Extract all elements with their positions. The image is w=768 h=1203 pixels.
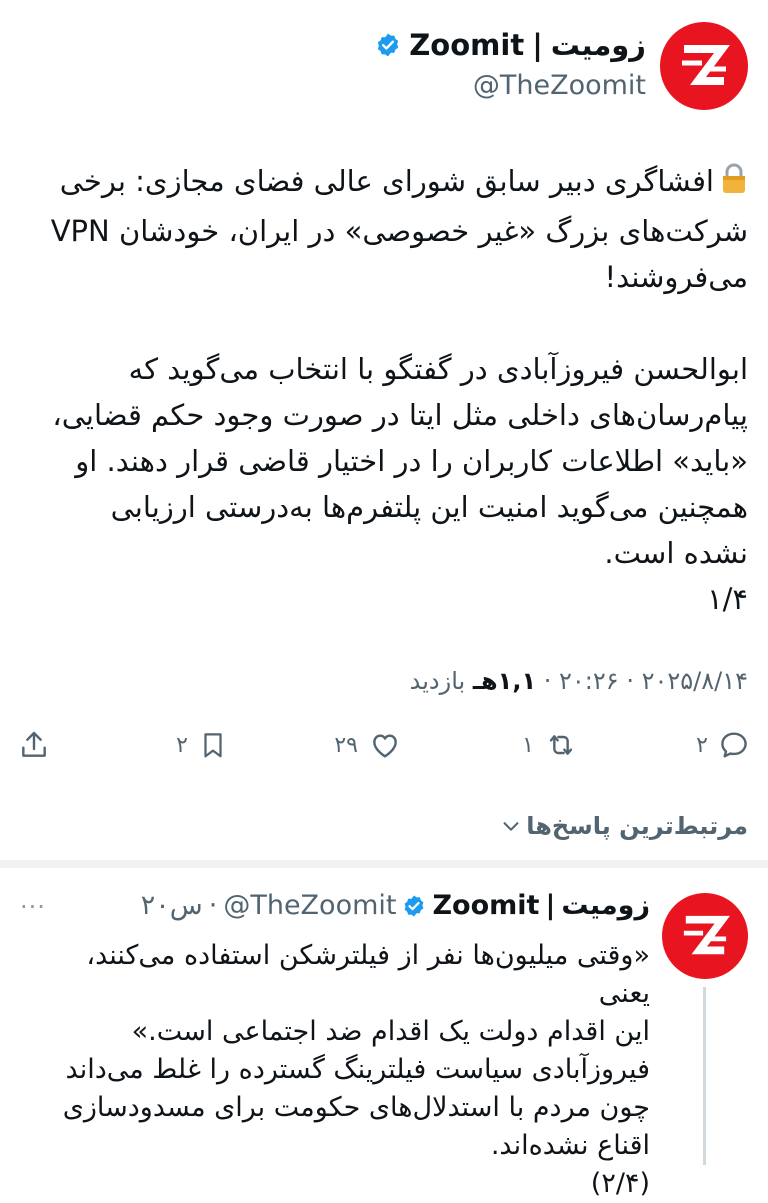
tweet-line: «باید» اطلاعات کاربران را در اختیار قاضی… bbox=[75, 444, 748, 478]
tweet-text: افشاگری دبیر سابق شورای عالی فضای مجازی:… bbox=[18, 158, 748, 622]
tweet-meta: ۲۰۲۵/۸/۱۴ · ۲۰:۲۶ · ۱,۱هـ بازدید bbox=[410, 667, 748, 695]
reply-header[interactable]: ۲۰س · @TheZoomit Zoomit | زومیت bbox=[141, 890, 650, 921]
reply-name-en: Zoomit bbox=[432, 890, 540, 921]
author-avatar[interactable] bbox=[660, 22, 748, 110]
retweet-icon bbox=[549, 735, 573, 755]
like-button[interactable]: ۲۹ bbox=[334, 729, 402, 761]
share-button[interactable] bbox=[18, 729, 50, 761]
section-divider bbox=[0, 860, 768, 868]
author-name-fa: زومیت bbox=[550, 28, 646, 62]
tweet-time[interactable]: ۲۰:۲۶ bbox=[559, 667, 619, 695]
more-options-icon[interactable]: ··· bbox=[20, 893, 46, 921]
like-count: ۲۹ bbox=[334, 732, 358, 758]
tweet-line: افشاگری دبیر سابق شورای عالی فضای مجازی:… bbox=[18, 158, 748, 208]
tweet-line: ابوالحسن فیروزآبادی در گفتگو با انتخاب م… bbox=[128, 352, 748, 386]
verified-badge-icon bbox=[402, 894, 426, 918]
meta-dot: · bbox=[543, 667, 552, 695]
zoomit-logo-icon bbox=[683, 915, 730, 955]
tweet-line: شرکت‌های بزرگ «غیر خصوصی» در ایران، خودش… bbox=[50, 214, 748, 248]
retweet-button[interactable]: ۱ bbox=[522, 729, 578, 761]
replies-sort-label: مرتبط‌ترین پاسخ‌ها bbox=[526, 812, 748, 840]
reply-name-separator: | bbox=[545, 890, 556, 921]
bookmark-count: ۲ bbox=[176, 732, 188, 758]
reply-line: فیروزآبادی سیاست فیلترینگ گسترده را غلط … bbox=[65, 1054, 650, 1085]
zoomit-logo-icon bbox=[682, 45, 730, 85]
bookmark-button[interactable]: ۲ bbox=[176, 729, 228, 761]
reply-line: اقناع نشده‌اند. bbox=[490, 1130, 650, 1161]
tweet-line: ۱/۴ bbox=[707, 582, 748, 616]
retweet-count: ۱ bbox=[522, 732, 534, 758]
bookmark-icon bbox=[204, 733, 222, 758]
reply-icon bbox=[721, 732, 747, 758]
reply-name-fa: زومیت bbox=[561, 890, 650, 921]
author-name-en: Zoomit bbox=[409, 28, 525, 62]
tweet-line: می‌فروشند! bbox=[604, 260, 748, 294]
tweet-line: پیام‌رسان‌های داخلی مثل ایتا در صورت وجو… bbox=[52, 398, 748, 432]
reply-line: «وقتی میلیون‌ها نفر از فیلترشکن استفاده … bbox=[86, 940, 650, 1009]
tweet-date[interactable]: ۲۰۲۵/۸/۱۴ bbox=[642, 667, 748, 695]
reply-handle[interactable]: @TheZoomit bbox=[223, 890, 396, 921]
author-name-separator: | bbox=[532, 28, 543, 62]
author-name-row[interactable]: Zoomit | زومیت bbox=[375, 28, 646, 62]
heart-icon bbox=[373, 734, 397, 758]
reply-line: (۲/۴) bbox=[590, 1168, 650, 1199]
author-handle[interactable]: @TheZoomit bbox=[473, 70, 646, 101]
tweet-line: نشده است. bbox=[604, 536, 748, 570]
chevron-down-icon bbox=[503, 822, 519, 831]
meta-dot: · bbox=[626, 667, 634, 695]
reply-line: این اقدام دولت یک اقدام ضد اجتماعی است.» bbox=[131, 1016, 650, 1047]
verified-badge-icon bbox=[375, 32, 401, 58]
replies-sort-dropdown[interactable]: مرتبط‌ترین پاسخ‌ها bbox=[500, 812, 748, 840]
meta-dot: · bbox=[208, 890, 218, 921]
reply-line: چون مردم با استدلال‌های حکومت برای مسدود… bbox=[62, 1092, 650, 1123]
views-label: بازدید bbox=[409, 667, 466, 695]
reply-text: «وقتی میلیون‌ها نفر از فیلترشکن استفاده … bbox=[30, 937, 650, 1203]
reply-count: ۲ bbox=[696, 732, 708, 758]
reply-button[interactable]: ۲ bbox=[696, 729, 750, 761]
lock-icon bbox=[720, 162, 748, 208]
thread-line bbox=[703, 987, 706, 1165]
reply-time[interactable]: ۲۰س bbox=[141, 890, 203, 921]
tweet-line: همچنین می‌گوید امنیت این پلتفرم‌ها به‌در… bbox=[110, 490, 748, 524]
views-count: ۱,۱هـ bbox=[472, 667, 537, 695]
share-icon bbox=[22, 731, 46, 757]
reply-author-avatar[interactable] bbox=[662, 893, 748, 979]
tweet-paragraph-gap bbox=[18, 300, 748, 346]
